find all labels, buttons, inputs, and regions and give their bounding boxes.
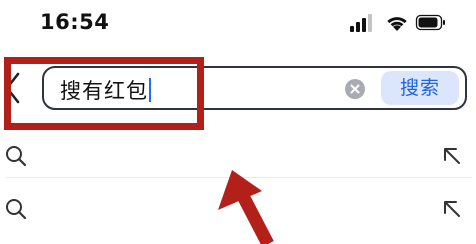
battery-icon: [415, 14, 445, 31]
cellular-signal-icon: [350, 14, 372, 32]
clear-search-button[interactable]: [345, 79, 365, 99]
fill-arrow-icon[interactable]: [440, 144, 464, 168]
wifi-icon: [387, 17, 407, 31]
suggestion-row[interactable]: [0, 136, 476, 176]
status-time: 16:54: [40, 10, 110, 34]
screen: 16:54 搜有红包 搜索: [0, 0, 476, 244]
search-icon: [6, 199, 27, 220]
clear-circle-icon: [350, 84, 360, 94]
status-icons: [350, 14, 445, 32]
fill-arrow-icon[interactable]: [440, 197, 464, 221]
suggestion-row[interactable]: [0, 189, 476, 229]
search-button[interactable]: 搜索: [381, 71, 459, 105]
search-icon: [6, 146, 27, 167]
highlight-annotation-box: [4, 57, 204, 130]
status-bar: 16:54: [0, 0, 476, 48]
list-divider: [6, 177, 472, 178]
